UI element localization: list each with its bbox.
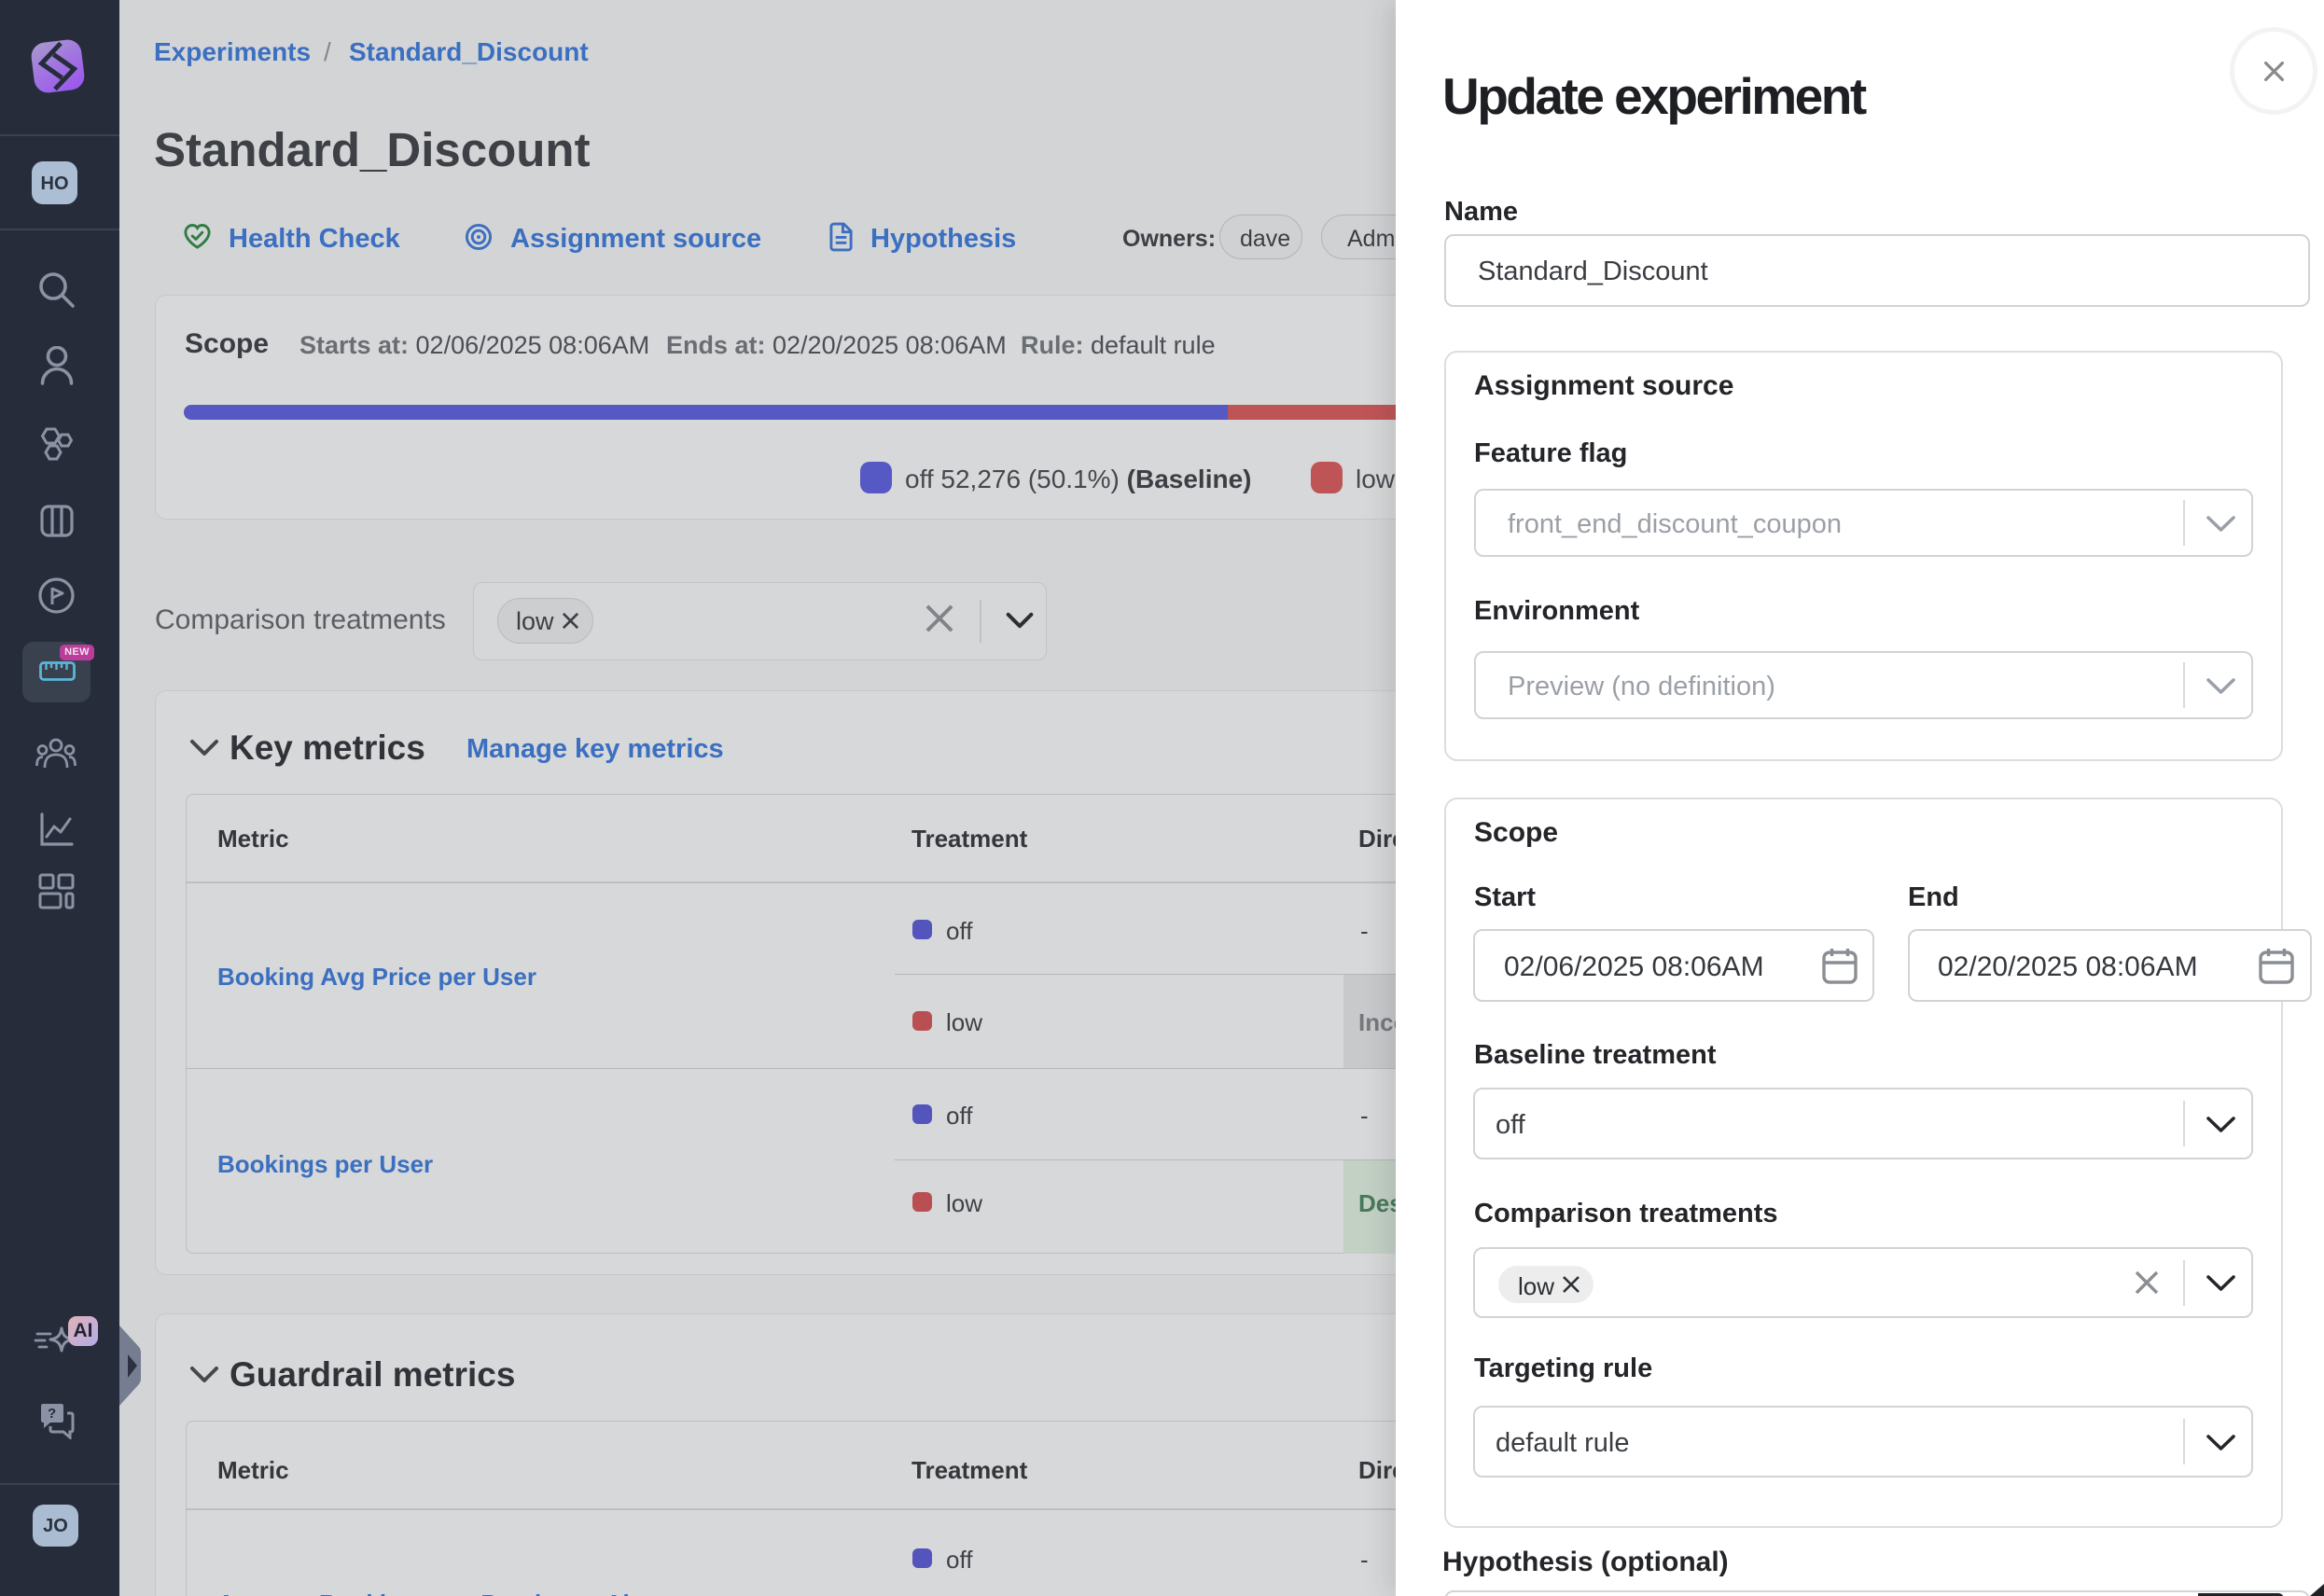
svg-text:?: ? <box>48 1406 56 1422</box>
